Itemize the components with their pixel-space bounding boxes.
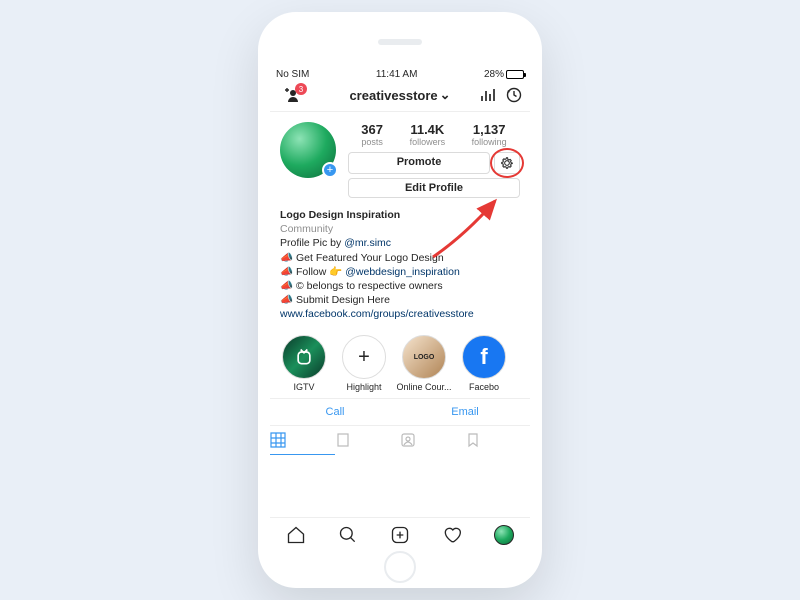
insights-icon[interactable]: [480, 88, 496, 102]
bio-mention-mrsimc[interactable]: @mr.simc: [344, 237, 391, 249]
username-switcher[interactable]: creativesstore ⌄: [349, 87, 450, 103]
discover-people-button[interactable]: 3: [278, 88, 298, 102]
notif-badge: 3: [295, 83, 307, 95]
archive-icon[interactable]: [506, 87, 522, 103]
nav-add-post[interactable]: [390, 525, 410, 545]
nav-activity[interactable]: [442, 525, 462, 545]
tab-feed[interactable]: [335, 426, 400, 455]
tab-grid[interactable]: [270, 426, 335, 455]
megaphone-icon: 📣: [280, 280, 293, 292]
megaphone-icon: 📣: [280, 266, 293, 278]
status-bar: No SIM 11:41 AM 28%: [270, 66, 530, 83]
gear-icon: [500, 156, 514, 170]
tab-saved[interactable]: [465, 426, 530, 455]
add-story-icon[interactable]: +: [322, 162, 338, 178]
megaphone-icon: 📣: [280, 252, 293, 264]
bio-category: Community: [280, 222, 520, 236]
highlight-igtv[interactable]: IGTV: [276, 335, 332, 392]
nav-search[interactable]: [338, 525, 358, 545]
profile-avatar[interactable]: +: [280, 122, 336, 178]
highlight-add[interactable]: +Highlight: [336, 335, 392, 392]
promote-button[interactable]: Promote: [348, 152, 490, 174]
nav-home[interactable]: [286, 525, 306, 545]
bio-url[interactable]: www.facebook.com/groups/creativesstore: [280, 307, 520, 321]
carrier-label: No SIM: [276, 69, 309, 80]
tab-tagged[interactable]: [400, 426, 465, 455]
edit-profile-button[interactable]: Edit Profile: [348, 178, 520, 198]
battery-icon: [506, 70, 524, 79]
bio-mention-webdesign[interactable]: @webdesign_inspiration: [345, 266, 460, 278]
bio-name: Logo Design Inspiration: [280, 208, 520, 222]
stat-posts[interactable]: 367posts: [361, 122, 383, 147]
clock: 11:41 AM: [376, 69, 418, 80]
call-button[interactable]: Call: [270, 399, 400, 425]
bio-section: Logo Design Inspiration Community Profil…: [270, 206, 530, 329]
highlight-facebook[interactable]: fFacebo: [456, 335, 512, 392]
settings-button[interactable]: [494, 152, 520, 174]
nav-profile[interactable]: [494, 525, 514, 545]
stat-following[interactable]: 1,137following: [472, 122, 507, 147]
stat-followers[interactable]: 11.4Kfollowers: [410, 122, 446, 147]
megaphone-icon: 📣: [280, 294, 293, 306]
chevron-down-icon: ⌄: [440, 87, 451, 103]
battery-pct: 28%: [484, 69, 504, 80]
email-button[interactable]: Email: [400, 399, 530, 425]
highlight-course[interactable]: LOGOOnline Cour...: [396, 335, 452, 392]
